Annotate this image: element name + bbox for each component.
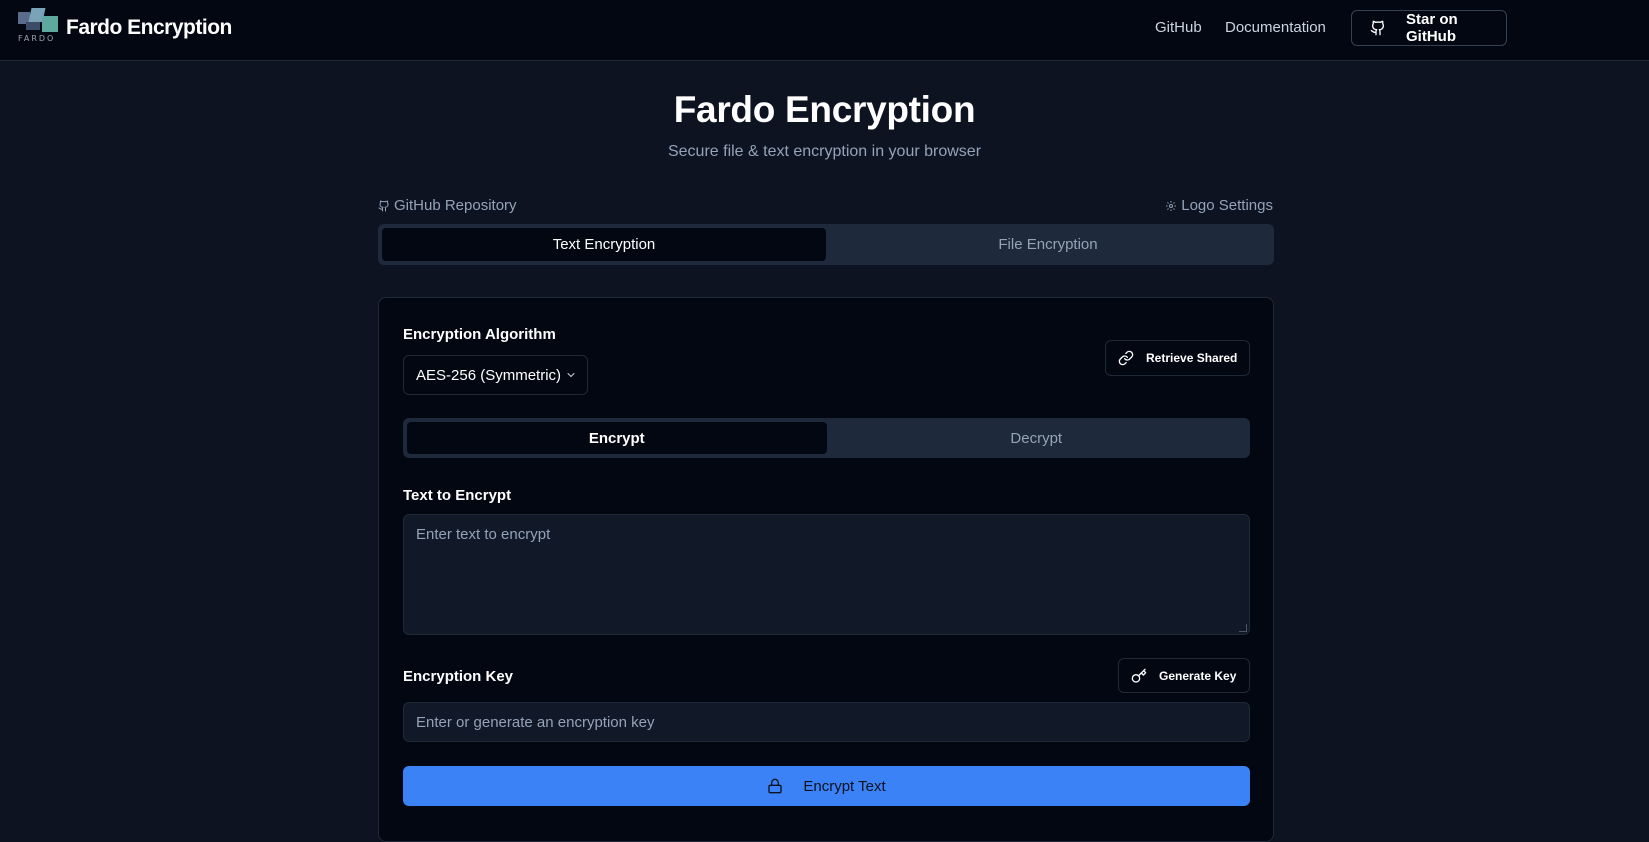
page-title: Fardo Encryption [673, 89, 976, 130]
text-to-encrypt-input[interactable]: Enter text to encrypt [403, 514, 1250, 635]
logo-wordmark: FARDO [18, 34, 56, 43]
encryption-type-tabs: Text Encryption File Encryption [378, 224, 1274, 265]
tab-file-encryption[interactable]: File Encryption [826, 228, 1270, 261]
tab-decrypt[interactable]: Decrypt [827, 422, 1247, 454]
chevron-down-icon [565, 369, 577, 381]
retrieve-shared-label: Retrieve Shared [1146, 351, 1238, 365]
algorithm-label: Encryption Algorithm [403, 326, 556, 343]
star-on-github-label: Star on GitHub [1406, 11, 1458, 45]
generate-key-button[interactable]: Generate Key [1118, 658, 1250, 693]
encrypt-text-label: Encrypt Text [803, 777, 886, 795]
fardo-logo: FARDO [18, 8, 60, 48]
key-icon [1131, 668, 1147, 684]
encryption-key-label: Encryption Key [403, 668, 514, 685]
resize-handle-icon[interactable] [1239, 624, 1247, 632]
algorithm-select[interactable]: AES-256 (Symmetric) [403, 355, 588, 395]
tab-text-encryption[interactable]: Text Encryption [382, 228, 826, 261]
retrieve-shared-button[interactable]: Retrieve Shared [1105, 340, 1250, 376]
nav-link-github[interactable]: GitHub [1155, 19, 1202, 36]
github-repository-label: GitHub Repository [394, 197, 517, 214]
logo-settings-label: Logo Settings [1181, 197, 1273, 214]
brand-title: Fardo Encryption [66, 16, 232, 39]
encryption-key-placeholder: Enter or generate an encryption key [416, 713, 655, 731]
nav-link-documentation[interactable]: Documentation [1225, 19, 1326, 36]
github-icon [1370, 20, 1386, 36]
text-encryption-card: Encryption Algorithm AES-256 (Symmetric)… [378, 297, 1274, 842]
encryption-key-input[interactable]: Enter or generate an encryption key [403, 702, 1250, 742]
generate-key-label: Generate Key [1159, 668, 1237, 683]
tab-encrypt[interactable]: Encrypt [407, 422, 827, 454]
text-to-encrypt-placeholder: Enter text to encrypt [416, 526, 551, 543]
link-icon [1118, 350, 1134, 366]
star-on-github-button[interactable]: Star on GitHub [1351, 10, 1507, 46]
gear-icon [1165, 200, 1177, 212]
encrypt-text-button[interactable]: Encrypt Text [403, 766, 1250, 806]
github-repository-link[interactable]: GitHub Repository [378, 197, 517, 214]
text-to-encrypt-label: Text to Encrypt [403, 487, 512, 504]
algorithm-selected-value: AES-256 (Symmetric) [416, 366, 562, 384]
logo-settings-link[interactable]: Logo Settings [1165, 197, 1273, 214]
brand[interactable]: FARDO Fardo Encryption [18, 8, 232, 48]
github-icon [378, 200, 390, 212]
mode-tabs: Encrypt Decrypt [403, 418, 1250, 458]
page-subtitle: Secure file & text encryption in your br… [667, 143, 982, 160]
lock-icon [767, 778, 783, 794]
top-nav: FARDO Fardo Encryption GitHub Documentat… [0, 0, 1649, 61]
